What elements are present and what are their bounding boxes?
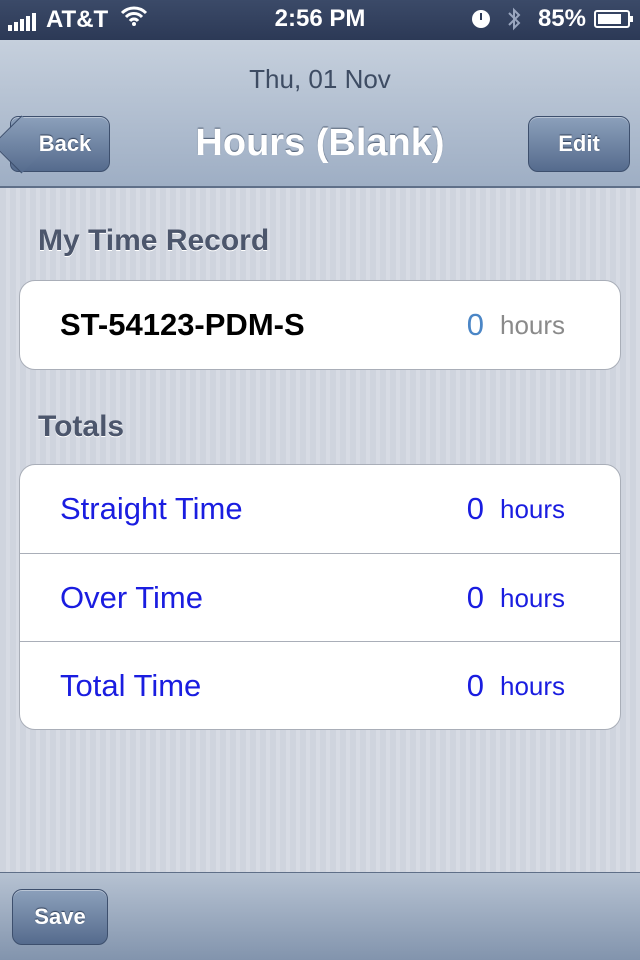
totals-row-label: Over Time <box>60 580 203 615</box>
nav-date: Thu, 01 Nov <box>249 64 391 94</box>
totals-row-total-time[interactable]: Total Time 0 hours <box>20 641 620 729</box>
back-button[interactable]: Back <box>10 116 110 172</box>
totals-row-unit: hours <box>500 583 566 613</box>
totals-row-unit: hours <box>500 494 566 524</box>
navigation-bar: Thu, 01 Nov Hours (Blank) Back Edit <box>0 40 640 188</box>
alarm-clock-icon <box>471 10 490 28</box>
time-record-row[interactable]: ST-54123-PDM-S 0 hours <box>20 281 620 369</box>
record-code: ST-54123-PDM-S <box>60 307 305 342</box>
battery-percent: 85% <box>537 5 586 32</box>
totals-row-label: Total Time <box>60 668 202 703</box>
totals-row-value: 0 <box>466 668 484 703</box>
save-button[interactable]: Save <box>12 889 108 945</box>
totals-row-unit: hours <box>500 671 566 701</box>
section-header-totals: Totals <box>38 410 125 443</box>
battery-fill <box>598 14 622 24</box>
battery-icon <box>594 10 633 28</box>
content-area: My Time Record ST-54123-PDM-S 0 hours To… <box>0 188 640 872</box>
section-header-time-record: My Time Record <box>38 224 270 257</box>
record-hours-value: 0 <box>466 307 484 342</box>
totals-row-value: 0 <box>466 580 484 615</box>
totals-row-straight-time[interactable]: Straight Time 0 hours <box>20 465 620 553</box>
status-right: 85% <box>471 5 633 33</box>
totals-card: Straight Time 0 hours Over Time 0 hours … <box>19 464 621 730</box>
edit-button[interactable]: Edit <box>528 116 630 172</box>
bluetooth-icon <box>506 6 524 32</box>
totals-row-label: Straight Time <box>60 491 243 526</box>
bottom-toolbar: Save <box>0 872 640 960</box>
record-hours-unit: hours <box>500 310 566 340</box>
totals-row-value: 0 <box>466 491 484 526</box>
status-bar: AT&T 2:56 PM 85% <box>0 0 640 40</box>
time-record-card: ST-54123-PDM-S 0 hours <box>19 280 621 370</box>
totals-row-over-time[interactable]: Over Time 0 hours <box>20 553 620 641</box>
